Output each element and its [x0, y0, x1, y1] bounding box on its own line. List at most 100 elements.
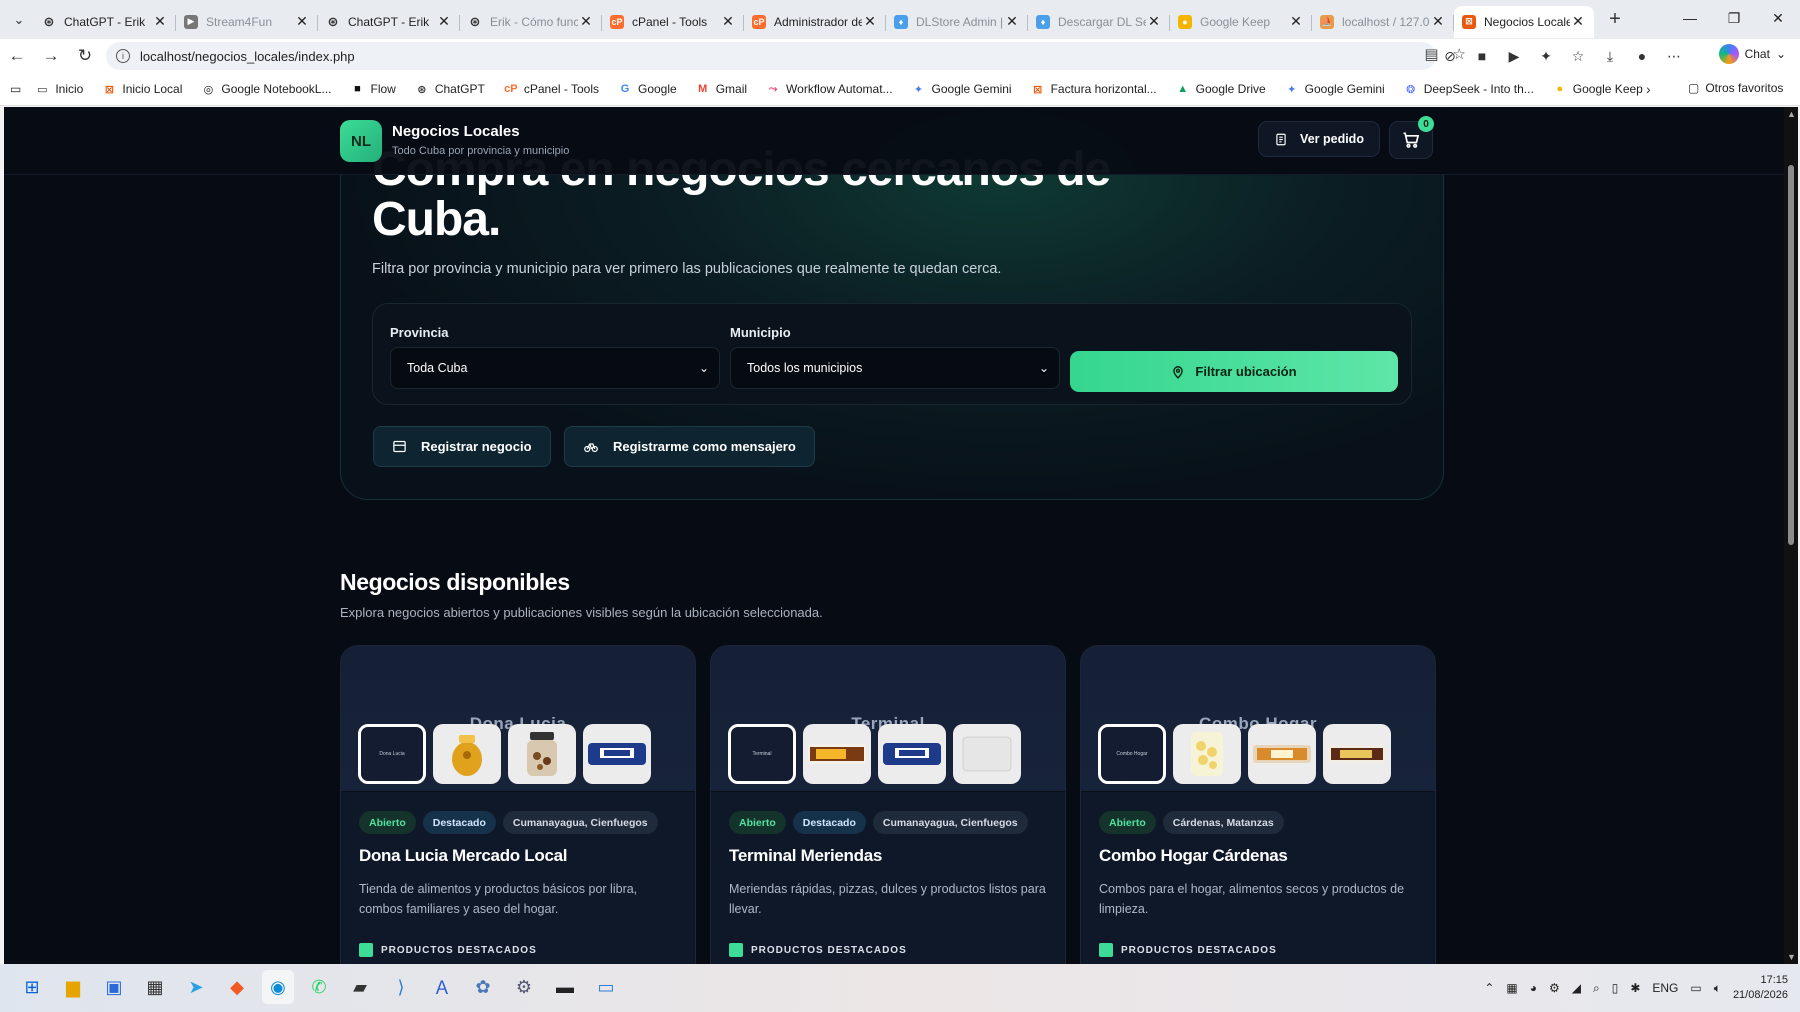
close-icon[interactable]: ✕ — [1146, 13, 1162, 30]
minimize-icon[interactable]: — — [1668, 0, 1712, 36]
bookmark-item[interactable]: ▭ Inicio — [35, 82, 83, 96]
business-name[interactable]: Combo Hogar Cárdenas — [1099, 846, 1288, 866]
bookmarks-toggle-icon[interactable]: ▭ — [10, 82, 21, 96]
tab-item[interactable]: ▶ Stream4Fun ✕ — [176, 6, 318, 38]
site-info-icon[interactable]: i — [116, 49, 130, 63]
more-menu-icon[interactable]: ⋯ — [1660, 43, 1688, 69]
telegram-icon[interactable]: ➤ — [180, 970, 212, 1004]
product-thumbnail[interactable] — [1248, 724, 1316, 784]
product-thumbnail[interactable] — [433, 724, 501, 784]
provincia-select[interactable]: Toda Cuba ⌄ — [390, 347, 720, 389]
product-thumbnail[interactable] — [1323, 724, 1391, 784]
terminal-icon[interactable]: ▬ — [549, 970, 581, 1004]
tray-vpn-icon[interactable]: ◢ — [1572, 981, 1581, 995]
volume-icon[interactable]: 🔈︎ — [1714, 981, 1721, 996]
brand-name[interactable]: Negocios Locales — [392, 123, 520, 140]
clock[interactable]: 17:15 21/08/2026 — [1733, 973, 1788, 1003]
municipio-select[interactable]: Todos los municipios ⌄ — [730, 347, 1060, 389]
tab-negocios-locales[interactable]: ⊠ Negocios Locales ✕ — [1454, 5, 1594, 38]
tray-app-icon[interactable]: ▦ — [1506, 981, 1517, 995]
tab-item[interactable]: ⊛ ChatGPT - Erik ✕ — [318, 6, 460, 38]
language-indicator[interactable]: ENG — [1652, 981, 1678, 995]
close-icon[interactable]: ✕ — [1004, 13, 1020, 30]
tab-item[interactable]: ♦ DLStore Admin | (✕ — [886, 6, 1028, 38]
favorites-icon[interactable]: ☆ — [1564, 43, 1592, 69]
square-extension-icon[interactable]: ■ — [1468, 43, 1496, 69]
scrollbar-thumb[interactable] — [1788, 165, 1794, 545]
bookmark-item[interactable]: ⊠ Factura horizontal... — [1031, 82, 1157, 96]
vscode-icon[interactable]: ⟩ — [385, 970, 417, 1004]
bookmark-item[interactable]: ◎ Google NotebookL... — [201, 82, 332, 96]
tray-network-app-icon[interactable]: ⚙ — [1549, 981, 1560, 995]
bookmark-item[interactable]: G Google — [618, 82, 677, 96]
calendar-app-icon[interactable]: ▦ — [139, 970, 171, 1004]
remote-desktop-icon[interactable]: ▭ — [590, 970, 622, 1004]
site-logo[interactable]: NL — [340, 120, 382, 162]
restore-icon[interactable]: ❐ — [1712, 0, 1756, 36]
business-name[interactable]: Terminal Meriendas — [729, 846, 882, 866]
filter-location-button[interactable]: Filtrar ubicación — [1070, 351, 1398, 392]
url-input[interactable]: i localhost/negocios_locales/index.php — [106, 42, 1436, 70]
file-explorer-icon[interactable]: ▆ — [57, 970, 89, 1004]
puzzle-extension-icon[interactable]: ✦ — [1532, 43, 1560, 69]
bookmark-item[interactable]: ● Google Keep — [1553, 82, 1642, 96]
close-icon[interactable]: ✕ — [720, 13, 736, 30]
bookmark-item[interactable]: ⊠ Inicio Local — [102, 82, 183, 96]
product-thumbnail[interactable] — [1173, 724, 1241, 784]
register-courier-button[interactable]: Registrarme como mensajero — [564, 426, 815, 467]
product-thumbnail[interactable] — [878, 724, 946, 784]
bookmark-item[interactable]: ■ Flow — [350, 82, 396, 96]
tray-usb-icon[interactable]: ▯ — [1612, 981, 1619, 995]
close-icon[interactable]: ✕ — [436, 13, 452, 30]
block-extension-icon[interactable]: ⊘ — [1436, 43, 1464, 69]
page-scrollbar[interactable]: ▲ ▼ — [1784, 107, 1798, 964]
view-order-button[interactable]: Ver pedido — [1258, 121, 1380, 157]
tray-search-icon[interactable]: ⌕ — [1593, 981, 1600, 996]
whatsapp-icon[interactable]: ✆ — [303, 970, 335, 1004]
tab-item[interactable]: cP Administrador de ✕ — [744, 6, 886, 38]
close-icon[interactable]: ✕ — [152, 13, 168, 30]
play-extension-icon[interactable]: ▶ — [1500, 43, 1528, 69]
close-icon[interactable]: ✕ — [1288, 13, 1304, 30]
app-a-icon[interactable]: Ａ — [426, 970, 458, 1004]
close-icon[interactable]: ✕ — [1430, 13, 1446, 30]
business-logo-thumbnail[interactable]: Terminal — [728, 724, 796, 784]
close-icon[interactable]: ✕ — [1570, 13, 1586, 30]
product-thumbnail[interactable] — [508, 724, 576, 784]
store-app-icon[interactable]: ▣ — [98, 970, 130, 1004]
network-icon[interactable]: ▭ — [1690, 981, 1701, 995]
business-card[interactable]: Dona LuciaDona Lucia Abierto Destacado Cuma… — [340, 645, 696, 964]
business-card[interactable]: TerminalTerminal Abierto Destacado Cumanaya… — [710, 645, 1066, 964]
close-icon[interactable]: ✕ — [294, 13, 310, 30]
scroll-down-icon[interactable]: ▼ — [1787, 952, 1796, 962]
back-icon[interactable]: ← — [0, 41, 34, 71]
close-window-icon[interactable]: ✕ — [1756, 0, 1800, 36]
photos-app-icon[interactable]: ✿ — [467, 970, 499, 1004]
bookmark-item[interactable]: ⊛ ChatGPT — [415, 82, 485, 96]
tab-search-chevron-icon[interactable]: ⌄ — [4, 5, 34, 35]
tab-item[interactable]: ♦ Descargar DL Ser ✕ — [1028, 6, 1170, 38]
other-bookmarks[interactable]: ▢ Otros favoritos — [1688, 81, 1783, 95]
bookmark-item[interactable]: M Gmail — [696, 82, 747, 96]
scroll-up-icon[interactable]: ▲ — [1787, 109, 1796, 119]
bookmark-item[interactable]: ▲ Google Drive — [1176, 82, 1265, 96]
business-card[interactable]: Combo HogarCombo Hogar Abierto Cárdenas, M… — [1080, 645, 1436, 964]
copilot-chat-button[interactable]: Chat ⌄ — [1718, 44, 1786, 64]
sticky-notes-icon[interactable]: ▰ — [344, 970, 376, 1004]
bookmark-item[interactable]: ❂ DeepSeek - Into th... — [1404, 82, 1534, 96]
bookmark-item[interactable]: ✦ Google Gemini — [1285, 82, 1385, 96]
tray-chevron-up-icon[interactable]: ⌃ — [1484, 981, 1494, 995]
reload-icon[interactable]: ↻ — [68, 41, 102, 71]
windows-start-icon[interactable]: ⊞ — [16, 970, 48, 1004]
register-business-button[interactable]: Registrar negocio — [373, 426, 551, 467]
business-logo-thumbnail[interactable]: Dona Lucia — [358, 724, 426, 784]
profile-avatar-icon[interactable]: ● — [1628, 43, 1656, 69]
settings-app-icon[interactable]: ⚙ — [508, 970, 540, 1004]
tab-item[interactable]: ⛵ localhost / 127.0. ✕ — [1312, 6, 1454, 38]
tab-item[interactable]: ● Google Keep ✕ — [1170, 6, 1312, 38]
bookmark-item[interactable]: ⤳ Workflow Automat... — [766, 82, 893, 96]
brave-browser-icon[interactable]: ◆ — [221, 970, 253, 1004]
chevron-right-icon[interactable]: › — [1646, 81, 1651, 97]
tab-item[interactable]: ⊛ ChatGPT - Erik ✕ — [34, 6, 176, 38]
product-thumbnail[interactable] — [953, 724, 1021, 784]
